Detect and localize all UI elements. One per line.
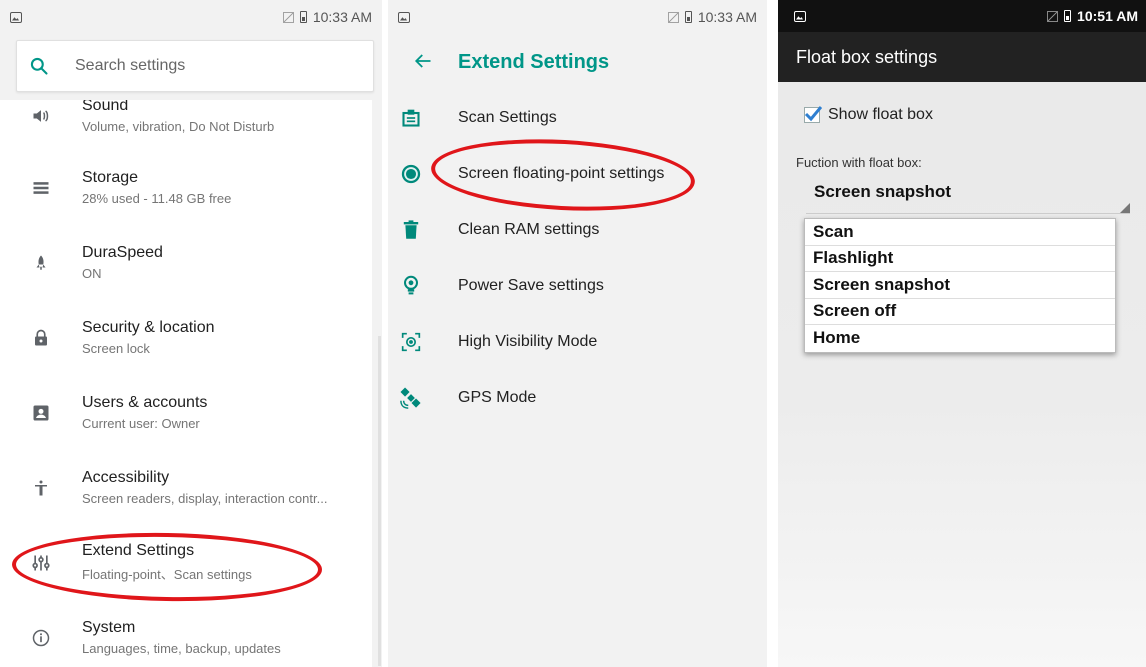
settings-item-system[interactable]: System Languages, time, backup, updates bbox=[0, 600, 372, 667]
toolbar: Extend Settings bbox=[388, 34, 767, 90]
status-bar: 10:51 AM bbox=[778, 0, 1146, 32]
no-sim-icon bbox=[1047, 10, 1059, 22]
battery-icon bbox=[299, 11, 307, 23]
page-title: Float box settings bbox=[796, 46, 938, 67]
title-bar: Float box settings bbox=[778, 32, 1146, 82]
lock-icon bbox=[0, 328, 82, 348]
item-subtitle: Volume, vibration, Do Not Disturb bbox=[82, 119, 275, 134]
satellite-icon bbox=[388, 387, 446, 409]
trash-icon bbox=[388, 220, 446, 240]
search-placeholder: Search settings bbox=[75, 57, 186, 74]
status-time: 10:33 AM bbox=[697, 9, 757, 25]
gallery-icon bbox=[10, 11, 22, 23]
back-arrow-icon[interactable] bbox=[388, 49, 458, 75]
extend-item-gps[interactable]: GPS Mode bbox=[388, 370, 767, 426]
page-title: Extend Settings bbox=[458, 50, 610, 73]
settings-screen: 10:33 AM Search settings Sound Volume, vi… bbox=[0, 0, 382, 667]
focus-icon bbox=[388, 332, 446, 352]
item-subtitle: Languages, time, backup, updates bbox=[82, 641, 281, 656]
spinner-selected-value: Screen snapshot bbox=[814, 182, 951, 201]
item-label: Scan Settings bbox=[458, 109, 557, 126]
no-sim-icon bbox=[282, 11, 294, 23]
checkbox-checked-icon bbox=[804, 106, 822, 123]
status-time: 10:51 AM bbox=[1077, 8, 1138, 24]
storage-icon bbox=[0, 178, 82, 198]
accessibility-icon bbox=[0, 477, 82, 499]
item-label: Clean RAM settings bbox=[458, 221, 600, 238]
status-bar: 10:33 AM bbox=[0, 0, 382, 34]
dropdown-option-flashlight[interactable]: Flashlight bbox=[805, 246, 1115, 272]
item-title: Sound bbox=[82, 100, 129, 114]
float-box-settings-screen: 10:51 AM Float box settings Show float b… bbox=[778, 0, 1146, 667]
dropdown-option-scan[interactable]: Scan bbox=[805, 219, 1115, 246]
item-title: DuraSpeed bbox=[82, 244, 163, 261]
bulb-icon bbox=[388, 275, 446, 297]
item-title: System bbox=[82, 619, 136, 636]
item-subtitle: Screen lock bbox=[82, 341, 150, 356]
extend-item-scan[interactable]: Scan Settings bbox=[388, 90, 767, 146]
status-time: 10:33 AM bbox=[312, 9, 372, 25]
dropdown-option-screen-off[interactable]: Screen off bbox=[805, 299, 1115, 325]
show-float-box-checkbox[interactable]: Show float box bbox=[804, 106, 933, 124]
status-bar: 10:33 AM bbox=[388, 0, 767, 34]
gallery-icon bbox=[794, 10, 806, 22]
settings-item-security[interactable]: Security & location Screen lock bbox=[0, 300, 372, 375]
item-title: Storage bbox=[82, 169, 139, 186]
dropdown-option-screen-snapshot[interactable]: Screen snapshot bbox=[805, 272, 1115, 299]
settings-item-accessibility[interactable]: Accessibility Screen readers, display, in… bbox=[0, 450, 372, 525]
settings-item-users[interactable]: Users & accounts Current user: Owner bbox=[0, 375, 372, 450]
settings-item-duraspeed[interactable]: DuraSpeed ON bbox=[0, 225, 372, 300]
settings-item-storage[interactable]: Storage 28% used - 11.48 GB free bbox=[0, 150, 372, 225]
dropdown-option-home[interactable]: Home bbox=[805, 325, 1115, 352]
search-bar[interactable]: Search settings bbox=[16, 40, 374, 92]
info-icon bbox=[0, 628, 82, 648]
scrollbar[interactable] bbox=[378, 336, 381, 666]
function-dropdown-list: Scan Flashlight Screen snapshot Screen o… bbox=[804, 218, 1116, 353]
item-subtitle: Current user: Owner bbox=[82, 416, 200, 431]
extend-item-power-save[interactable]: Power Save settings bbox=[388, 258, 767, 314]
search-icon bbox=[17, 56, 61, 76]
function-caption: Fuction with float box: bbox=[796, 155, 922, 170]
gallery-icon bbox=[398, 11, 410, 23]
item-title: Security & location bbox=[82, 319, 215, 336]
battery-icon bbox=[684, 11, 692, 23]
rocket-icon bbox=[0, 253, 82, 273]
item-label: High Visibility Mode bbox=[458, 333, 598, 350]
settings-item-sound[interactable]: Sound Volume, vibration, Do Not Disturb bbox=[0, 100, 372, 153]
checkbox-label: Show float box bbox=[828, 106, 933, 123]
extend-settings-screen: 10:33 AM Extend Settings Scan Settings S… bbox=[388, 0, 767, 667]
no-sim-icon bbox=[667, 11, 679, 23]
item-label: Power Save settings bbox=[458, 277, 604, 294]
account-icon bbox=[0, 403, 82, 423]
battery-icon bbox=[1064, 10, 1072, 22]
item-title: Accessibility bbox=[82, 469, 170, 486]
extend-item-high-visibility[interactable]: High Visibility Mode bbox=[388, 314, 767, 370]
item-subtitle: ON bbox=[82, 266, 102, 281]
item-label: GPS Mode bbox=[458, 389, 537, 406]
item-title: Users & accounts bbox=[82, 394, 208, 411]
scan-icon bbox=[388, 108, 446, 128]
item-subtitle: 28% used - 11.48 GB free bbox=[82, 191, 232, 206]
function-spinner[interactable]: Screen snapshot bbox=[806, 182, 1130, 214]
dropdown-triangle-icon bbox=[1120, 203, 1130, 213]
item-subtitle: Screen readers, display, interaction con… bbox=[82, 491, 328, 506]
volume-icon bbox=[0, 106, 82, 126]
